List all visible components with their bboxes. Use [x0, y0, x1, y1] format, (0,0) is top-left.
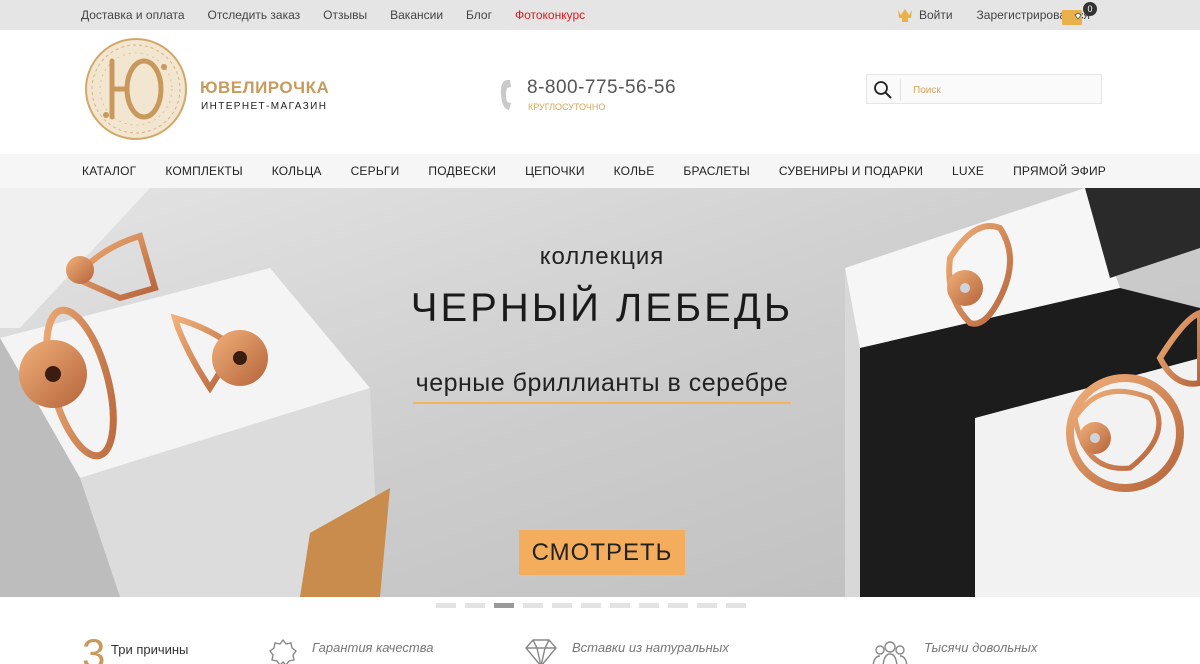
crown-icon [897, 9, 912, 22]
hero-banner[interactable]: коллекция ЧЕРНЫЙ ЛЕБЕДЬ черные бриллиант… [0, 188, 1200, 597]
slider-dot[interactable] [552, 603, 572, 608]
hero-kicker: коллекция [539, 243, 665, 270]
hero-cta-button[interactable]: СМОТРЕТЬ [519, 530, 685, 575]
nav-item-necklaces[interactable]: КОЛЬЕ [614, 164, 655, 178]
people-icon [872, 641, 908, 664]
main-nav: КАТАЛОГ КОМПЛЕКТЫ КОЛЬЦА СЕРЬГИ ПОДВЕСКИ… [0, 154, 1200, 188]
benefit-quality-label: Гарантия качества [312, 640, 434, 655]
slider-dot[interactable] [465, 603, 485, 608]
slider-dot[interactable] [494, 603, 514, 608]
search-box [866, 74, 1102, 104]
benefits-title: Три причины [111, 642, 189, 657]
slider-dot[interactable] [639, 603, 659, 608]
benefit-stones-label: Вставки из натуральных [572, 640, 729, 655]
phone-icon [500, 80, 511, 110]
slider-dot[interactable] [610, 603, 630, 608]
hero-tagline: черные бриллианты в серебре [415, 369, 789, 397]
slider-dot[interactable] [581, 603, 601, 608]
nav-item-luxe[interactable]: LUXE [952, 164, 984, 178]
track-order-link[interactable]: Отследить заказ [208, 8, 301, 22]
top-links: Доставка и оплата Отследить заказ Отзывы… [81, 0, 585, 30]
brand-subtitle: ИНТЕРНЕТ-МАГАЗИН [201, 101, 328, 112]
nav-item-live[interactable]: ПРЯМОЙ ЭФИР [1013, 164, 1106, 178]
cart-count-badge: 0 [1083, 2, 1097, 16]
slider-dot[interactable] [668, 603, 688, 608]
slider-dot[interactable] [726, 603, 746, 608]
blog-link[interactable]: Блог [466, 8, 492, 22]
benefit-quality: Гарантия качества [268, 638, 434, 664]
brand-name: ЮВЕЛИРОЧКА [200, 78, 330, 97]
photo-contest-link[interactable]: Фотоконкурс [515, 8, 585, 22]
benefit-customers: Тысячи довольных [870, 640, 1037, 664]
logo-monogram[interactable] [84, 37, 188, 141]
login-link[interactable]: Войти [896, 6, 953, 24]
nav-item-chains[interactable]: ЦЕПОЧКИ [525, 164, 585, 178]
nav-item-bracelets[interactable]: БРАСЛЕТЫ [683, 164, 750, 178]
slider-dot[interactable] [523, 603, 543, 608]
nav-item-earrings[interactable]: СЕРЬГИ [351, 164, 400, 178]
benefits-number: 3 [82, 630, 106, 664]
cart-icon[interactable] [1061, 5, 1085, 27]
search-icon[interactable] [873, 80, 893, 100]
benefit-stones: Вставки из натуральных [524, 639, 729, 664]
nav-item-gifts[interactable]: СУВЕНИРЫ И ПОДАРКИ [779, 164, 923, 178]
login-label: Войти [918, 8, 953, 22]
vacancies-link[interactable]: Вакансии [390, 8, 443, 22]
nav-item-pendants[interactable]: ПОДВЕСКИ [428, 164, 496, 178]
search-divider [900, 79, 901, 101]
slider-dot[interactable] [436, 603, 456, 608]
nav-item-catalog[interactable]: КАТАЛОГ [82, 164, 136, 178]
nav-item-sets[interactable]: КОМПЛЕКТЫ [165, 164, 242, 178]
search-input[interactable] [913, 82, 1093, 98]
phone-hours: КРУГЛОСУТОЧНО [528, 102, 606, 112]
badge-icon [269, 638, 297, 664]
top-utility-bar: Доставка и оплата Отследить заказ Отзывы… [0, 0, 1200, 30]
reviews-link[interactable]: Отзывы [323, 8, 367, 22]
delivery-link[interactable]: Доставка и оплата [81, 8, 185, 22]
slider-dot[interactable] [697, 603, 717, 608]
site-header: ЮВЕЛИРОЧКА ИНТЕРНЕТ-МАГАЗИН 8-800-775-56… [0, 30, 1200, 154]
hero-headline: ЧЕРНЫЙ ЛЕБЕДЬ [410, 286, 794, 330]
phone-number[interactable]: 8-800-775-56-56 [527, 77, 676, 99]
hero-underline [413, 402, 791, 404]
slider-dots [436, 603, 746, 608]
benefits-strip: 3 Три причины Гарантия качества Вставки … [0, 630, 1200, 664]
diamond-icon [525, 639, 557, 664]
benefit-customers-label: Тысячи довольных [924, 640, 1038, 655]
nav-item-rings[interactable]: КОЛЬЦА [272, 164, 322, 178]
